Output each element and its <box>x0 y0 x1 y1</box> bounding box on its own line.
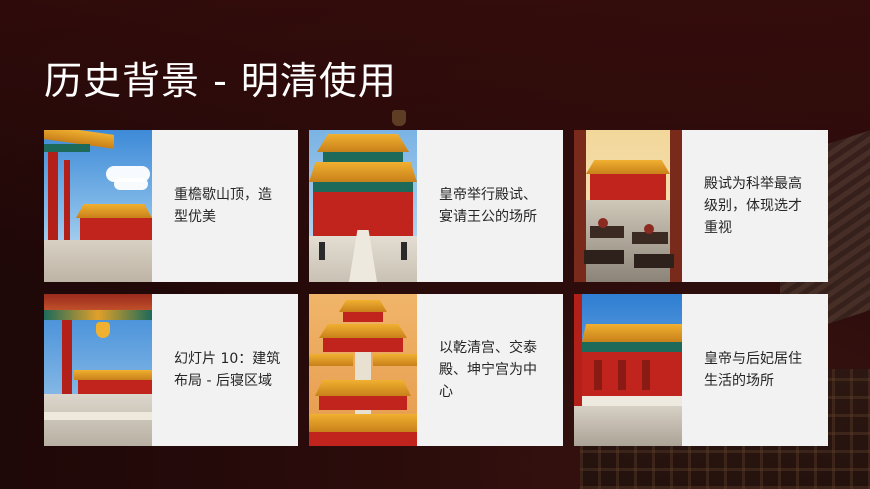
card-6-caption: 皇帝与后妃居住生活的场所 <box>704 351 802 389</box>
inner-courtyard-palace-image <box>574 294 682 446</box>
card-2[interactable]: 皇帝举行殿试、宴请王公的场所 <box>309 130 563 282</box>
card-grid: 重檐歇山顶，造型优美 皇帝举行殿试、宴请王公的场所 殿试为科举最高级别，体现选才… <box>44 130 828 446</box>
card-3-caption: 殿试为科举最高级别，体现选才重视 <box>704 176 802 236</box>
card-5[interactable]: 以乾清宫、交泰殿、坤宁宫为中心 <box>309 294 563 446</box>
card-4-caption: 幻灯片 10：建筑布局 - 后寝区域 <box>174 351 281 389</box>
card-4[interactable]: 幻灯片 10：建筑布局 - 后寝区域 <box>44 294 298 446</box>
card-3[interactable]: 殿试为科举最高级别，体现选才重视 <box>574 130 828 282</box>
slide-title: 历史背景 - 明清使用 <box>44 59 397 103</box>
background-lantern-decoration <box>392 110 406 126</box>
palace-eaves-sky-image <box>44 130 152 282</box>
aerial-palace-complex-image <box>309 294 417 446</box>
card-5-caption: 以乾清宫、交泰殿、坤宁宫为中心 <box>439 340 537 400</box>
hall-front-staircase-image <box>309 130 417 282</box>
card-2-caption: 皇帝举行殿试、宴请王公的场所 <box>439 187 537 225</box>
slide: 历史背景 - 明清使用 重檐歇山顶，造型优美 皇帝举行殿试、宴请王公的场所 殿试… <box>0 0 870 489</box>
courtyard-corridor-image <box>44 294 152 446</box>
card-6[interactable]: 皇帝与后妃居住生活的场所 <box>574 294 828 446</box>
exam-hall-desks-image <box>574 130 682 282</box>
card-1[interactable]: 重檐歇山顶，造型优美 <box>44 130 298 282</box>
card-1-caption: 重檐歇山顶，造型优美 <box>174 187 272 225</box>
